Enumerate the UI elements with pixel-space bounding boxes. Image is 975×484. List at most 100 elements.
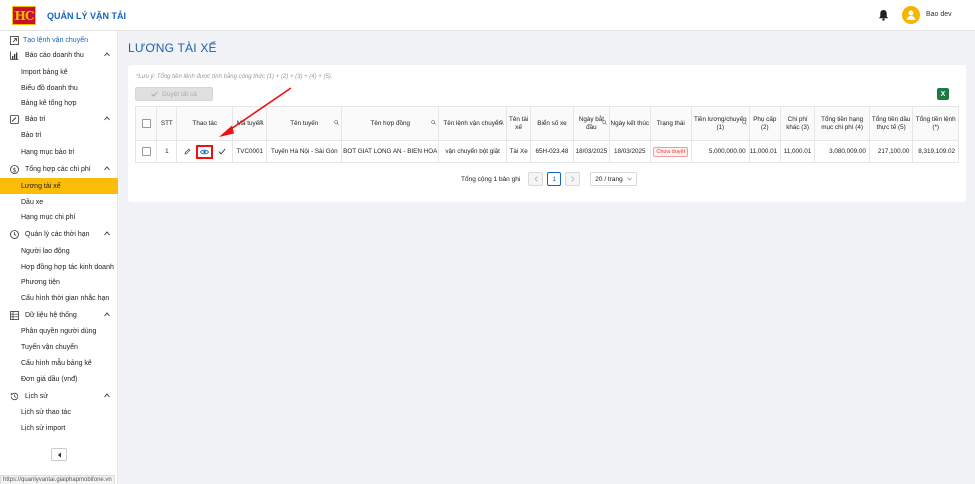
sidebar-group-label: Bảo trì	[25, 115, 46, 123]
sidebar: Tạo lệnh vận chuyển Báo cáo doanh thu Im…	[0, 31, 118, 484]
stt-cell: 1	[156, 140, 178, 163]
sidebar-item-revenue-chart[interactable]: Biểu đồ doanh thu	[0, 80, 118, 96]
sidebar-item-label: Người lao động	[21, 247, 70, 255]
sidebar-item-fuel-price[interactable]: Đơn giá dầu (vnđ)	[0, 371, 118, 387]
sidebar-group-maintenance[interactable]: Bảo trì	[0, 111, 118, 127]
status-badge: Chưa duyệt	[653, 146, 689, 157]
chevron-up-icon	[104, 393, 110, 398]
app-logo[interactable]: HC	[12, 6, 36, 25]
sidebar-item-create-order[interactable]: Tạo lệnh vận chuyển	[0, 32, 118, 48]
dollar-icon: $	[10, 164, 19, 174]
database-icon	[10, 310, 19, 320]
sidebar-item-label: Phương tiện	[21, 278, 60, 286]
start-date-cell: 18/03/2025	[572, 140, 611, 163]
column-header: Chi phí khác (3)	[779, 106, 816, 141]
column-header: Tổng tiền hạng mục chi phí (4)	[814, 106, 870, 141]
approve-all-label: Duyệt tất cả	[162, 90, 197, 98]
avatar[interactable]	[902, 6, 920, 24]
sidebar-item-vehicles[interactable]: Phương tiện	[0, 274, 118, 290]
select-all-checkbox[interactable]	[141, 118, 151, 128]
sidebar-item-label: Tạo lệnh vận chuyển	[23, 36, 88, 44]
sidebar-item-maintenance-category[interactable]: Hạng mục bảo trì	[0, 144, 118, 160]
sidebar-item-label: Lương tài xế	[21, 182, 61, 190]
chevron-up-icon	[104, 312, 110, 317]
row-checkbox[interactable]	[141, 147, 151, 156]
column-header: Tiền lương/chuyến (1)	[690, 106, 750, 141]
chevron-down-icon	[627, 177, 633, 181]
view-button[interactable]	[195, 144, 213, 159]
page-size-select[interactable]: 20 / trang	[590, 172, 638, 186]
column-header: Biển số xe	[530, 106, 574, 141]
page-size-value: 20 / trang	[595, 175, 623, 183]
sidebar-item-label: Hạng mục bảo trì	[21, 148, 75, 156]
sidebar-item-action-history[interactable]: Lịch sử thao tác	[0, 404, 118, 420]
sidebar-group-revenue-report[interactable]: Báo cáo doanh thu	[0, 47, 118, 63]
sidebar-item-label: Hạng mục chi phí	[21, 213, 76, 221]
column-header-label: Tiền lương/chuyến (1)	[694, 115, 747, 131]
contract-name-cell: BOT GIAT LONG AN - BIEN HOA	[341, 140, 440, 163]
page-1-button[interactable]: 1	[547, 172, 562, 186]
sidebar-item-label: Cấu hình thời gian nhắc hạn	[21, 294, 110, 302]
sidebar-group-system-data[interactable]: Dữ liệu hệ thống	[0, 307, 118, 323]
column-header: Tổng tiền dầu thực tế (5)	[868, 106, 914, 141]
sidebar-item-label: Dầu xe	[21, 198, 44, 206]
other-cost-cell: 11,000.01	[779, 140, 816, 163]
sidebar-item-fuel[interactable]: Dầu xe	[0, 194, 118, 210]
user-name[interactable]: Bao dev	[926, 11, 952, 18]
sidebar-collapse-button[interactable]	[51, 448, 67, 461]
sidebar-item-label: Tuyến vận chuyển	[21, 343, 78, 351]
logo-text: HC	[14, 8, 35, 23]
sidebar-item-summary-statement[interactable]: Bảng kê tổng hợp	[0, 95, 118, 111]
sidebar-group-deadlines[interactable]: Quản lý các thời hạn	[0, 226, 118, 242]
sidebar-item-workers[interactable]: Người lao động	[0, 243, 118, 259]
sidebar-group-costs[interactable]: $ Tổng hợp các chi phí	[0, 161, 118, 177]
svg-text:$: $	[13, 166, 17, 173]
sidebar-item-cost-category[interactable]: Hạng mục chi phí	[0, 209, 118, 225]
table-header-row: STT Thao tác Mã tuyến Tên tuyến Tên hợp …	[134, 106, 959, 141]
column-header: Tên tài xế	[505, 106, 532, 141]
sidebar-item-maintenance[interactable]: Bảo trì	[0, 127, 118, 143]
approve-check-icon[interactable]	[218, 148, 226, 155]
sidebar-item-label: Lịch sử import	[21, 424, 66, 432]
sidebar-group-label: Tổng hợp các chi phí	[25, 165, 91, 173]
sidebar-item-business-contract[interactable]: Hợp đồng hợp tác kinh doanh	[0, 259, 118, 275]
sidebar-item-reminder-config[interactable]: Cấu hình thời gian nhắc hạn	[0, 290, 118, 306]
user-icon	[906, 10, 916, 20]
sidebar-item-label: Đơn giá dầu (vnđ)	[21, 375, 78, 383]
chevron-up-icon	[104, 166, 110, 171]
sidebar-item-label: Hợp đồng hợp tác kinh doanh	[21, 263, 114, 271]
search-icon[interactable]	[741, 120, 747, 125]
edit-icon[interactable]	[184, 148, 191, 155]
search-icon[interactable]	[259, 120, 265, 125]
prev-page-button[interactable]	[528, 172, 544, 186]
table-row[interactable]: 1 TVC0001 Tuyến Hà Nội - Sài Gòn BOT GIA…	[134, 140, 959, 163]
column-header: Ngày bắt đầu	[572, 106, 611, 141]
sidebar-item-user-permissions[interactable]: Phân quyền người dùng	[0, 323, 118, 339]
column-header-actions: Thao tác	[176, 106, 234, 141]
column-header: STT	[156, 106, 178, 141]
sidebar-item-label: Import bảng kê	[21, 68, 68, 76]
search-icon[interactable]	[602, 120, 607, 125]
sidebar-item-label: Phân quyền người dùng	[21, 327, 97, 335]
column-header-label: Thao tác	[192, 119, 217, 127]
sidebar-item-import-history[interactable]: Lịch sử import	[0, 420, 118, 436]
sidebar-item-import-statement[interactable]: Import bảng kê	[0, 64, 118, 80]
sidebar-item-statement-template[interactable]: Cấu hình mẫu bảng kê	[0, 355, 118, 371]
search-icon[interactable]	[499, 120, 504, 125]
next-page-button[interactable]	[565, 172, 581, 186]
sidebar-group-history[interactable]: Lịch sử	[0, 388, 118, 404]
plate-cell: 65H-023.48	[530, 140, 574, 163]
top-bar: HC QUẢN LÝ VẬN TẢI Bao dev	[0, 0, 975, 31]
salary-cell: 5,000,000.00	[690, 140, 750, 163]
status-cell: Chưa duyệt	[649, 140, 692, 163]
sidebar-item-driver-salary[interactable]: Lương tài xế	[0, 178, 118, 194]
sidebar-item-routes[interactable]: Tuyến vận chuyển	[0, 339, 118, 355]
search-icon[interactable]	[334, 120, 340, 125]
app-title: QUẢN LÝ VẬN TẢI	[47, 11, 127, 21]
excel-export-icon[interactable]: X	[937, 88, 949, 100]
column-header: Ngày kết thúc	[609, 106, 651, 141]
sidebar-item-label: Lịch sử thao tác	[21, 408, 71, 416]
bell-icon[interactable]	[878, 9, 889, 21]
approve-all-button[interactable]: Duyệt tất cả	[135, 87, 213, 101]
search-icon[interactable]	[431, 120, 437, 125]
